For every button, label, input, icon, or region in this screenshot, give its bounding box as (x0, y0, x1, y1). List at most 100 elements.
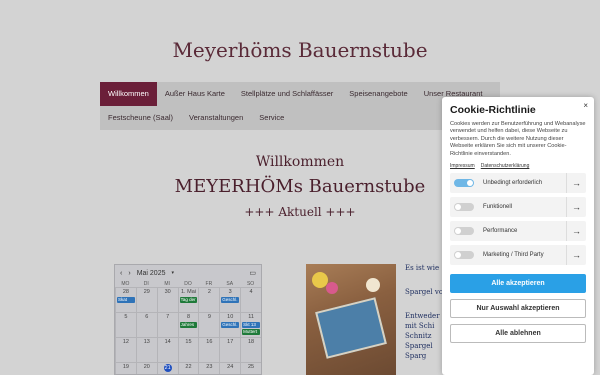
calendar-day-number: 23 (206, 364, 213, 370)
calendar-day-number: 25 (248, 364, 255, 370)
calendar-day[interactable]: 2 (198, 287, 220, 312)
datenschutz-link[interactable]: Datenschutzerklärung (481, 163, 530, 169)
calendar-event[interactable]: Tag der (179, 297, 198, 303)
cookie-option-label: Funktionell (483, 204, 513, 211)
calendar-day-number: 21 (163, 364, 172, 372)
calendar-event[interactable]: Geschl. (221, 322, 240, 328)
arrow-right-icon[interactable]: → (566, 173, 586, 194)
calendar-header: ‹ › Mai 2025 ▾ ▭ (115, 265, 261, 281)
toggle-switch[interactable] (454, 227, 474, 236)
nav-item-service[interactable]: Service (251, 106, 292, 130)
calendar-event[interactable]: Geschl. (221, 297, 240, 303)
calendar-day-number: 4 (249, 289, 253, 295)
flower-decoration (366, 278, 380, 292)
nav-item-ausser-haus-karte[interactable]: Außer Haus Karte (157, 82, 233, 106)
calendar-day-number: 29 (143, 289, 150, 295)
calendar-day-number: 24 (227, 364, 234, 370)
close-icon[interactable]: × (583, 101, 588, 110)
calendar-day-number: 20 (143, 364, 150, 370)
calendar-day-number: 10 (227, 314, 234, 320)
calendar-day[interactable]: 13 (135, 337, 157, 362)
calendar-day[interactable]: 24 (219, 362, 241, 374)
calendar-day[interactable]: 6 (135, 312, 157, 337)
nav-row-1: Willkommen Außer Haus Karte Stellplätze … (100, 82, 500, 106)
calendar-day[interactable]: 10 Geschl. (219, 312, 241, 337)
arrow-right-icon[interactable]: → (566, 197, 586, 218)
cookie-links: Impressum Datenschutzerklärung (450, 163, 586, 169)
cookie-option-label: Performance (483, 228, 518, 235)
calendar-day[interactable]: 14 (156, 337, 178, 362)
cookie-dialog: Cookie-Richtlinie × Cookies werden zur B… (442, 97, 594, 375)
calendar-day[interactable]: 29 (135, 287, 157, 312)
comment-icon[interactable]: ▭ (249, 269, 256, 277)
caret-down-icon[interactable]: ▾ (171, 270, 174, 276)
arrow-right-icon[interactable]: → (566, 221, 586, 242)
calendar-day-number: 17 (227, 339, 234, 345)
site-title[interactable]: Meyerhöms Bauernstube (0, 38, 600, 62)
calendar-day-number: 1. Mai (181, 289, 196, 295)
calendar-day[interactable]: 20 (135, 362, 157, 374)
calendar-day[interactable]: 15 (177, 337, 199, 362)
calendar-day[interactable]: 23 (198, 362, 220, 374)
asparagus-card (315, 297, 387, 359)
cookie-title: Cookie-Richtlinie (450, 104, 536, 116)
chevron-right-icon[interactable]: › (128, 270, 130, 277)
nav-item-veranstaltungen[interactable]: Veranstaltungen (181, 106, 251, 130)
event-calendar: ‹ › Mai 2025 ▾ ▭ MO DI MI DO FR SA SO 28 Skat 29… (114, 264, 262, 375)
calendar-day-number: 6 (145, 314, 149, 320)
toggle-switch[interactable] (454, 203, 474, 212)
accept-all-button[interactable]: Alle akzeptieren (450, 274, 586, 294)
calendar-day-number: 22 (185, 364, 192, 370)
cookie-option-label: Marketing / Third Party (483, 252, 544, 259)
calendar-days: 28 Skat 29 30 1. Mai Tag der 2 3 Geschl. 4 5 6 7 8 Jah… (115, 287, 261, 374)
cookie-options: Unbedingt erforderlich → Funktionell → Perfo… (450, 173, 586, 266)
nav-item-willkommen[interactable]: Willkommen (100, 82, 157, 106)
calendar-day[interactable]: 4 (240, 287, 261, 312)
arrow-right-icon[interactable]: → (566, 245, 586, 266)
calendar-day-number: 13 (143, 339, 150, 345)
calendar-day[interactable]: 30 (156, 287, 178, 312)
calendar-day-number: 11 (248, 314, 254, 320)
calendar-day-number: 3 (228, 289, 232, 295)
cookie-description: Cookies werden zur Benutzerführung und W… (450, 121, 586, 157)
accept-selection-button[interactable]: Nur Auswahl akzeptieren (450, 299, 586, 319)
calendar-event[interactable]: Muttert (242, 329, 260, 335)
page: Meyerhöms Bauernstube Willkommen Außer H… (0, 0, 600, 375)
calendar-day-number: 2 (207, 289, 211, 295)
calendar-day[interactable]: 5 (115, 312, 136, 337)
calendar-day[interactable]: 11 Skt 13 Muttert (240, 312, 261, 337)
nav-item-speisenangebote[interactable]: Speisenangebote (341, 82, 415, 106)
toggle-switch[interactable] (454, 251, 474, 260)
cookie-option: Unbedingt erforderlich → (450, 173, 586, 194)
calendar-day-number: 5 (124, 314, 128, 320)
calendar-day[interactable]: 8 Jahres (177, 312, 199, 337)
calendar-day[interactable]: 7 (156, 312, 178, 337)
toggle-switch[interactable] (454, 179, 474, 188)
calendar-day[interactable]: 18 (240, 337, 261, 362)
calendar-day[interactable]: 19 (115, 362, 136, 374)
calendar-day[interactable]: 3 Geschl. (219, 287, 241, 312)
calendar-event[interactable]: Jahres (179, 322, 198, 328)
calendar-day-number: 16 (206, 339, 213, 345)
nav-item-stellplaetze[interactable]: Stellplätze und Schlaffässer (233, 82, 341, 106)
calendar-event[interactable]: Skat (117, 297, 135, 303)
calendar-day[interactable]: 21 (156, 362, 178, 374)
reject-all-button[interactable]: Alle ablehnen (450, 324, 586, 344)
calendar-day[interactable]: 28 Skat (115, 287, 136, 312)
nav-row-2: Festscheune (Saal) Veranstaltungen Servi… (100, 106, 500, 130)
calendar-event[interactable]: Skt 13 (242, 322, 260, 328)
calendar-day[interactable]: 17 (219, 337, 241, 362)
calendar-day[interactable]: 12 (115, 337, 136, 362)
calendar-day-number: 9 (207, 314, 211, 320)
chevron-left-icon[interactable]: ‹ (120, 270, 122, 277)
nav-item-festscheune[interactable]: Festscheune (Saal) (100, 106, 181, 130)
calendar-day[interactable]: 1. Mai Tag der (177, 287, 199, 312)
calendar-day-number: 7 (166, 314, 170, 320)
calendar-day[interactable]: 9 (198, 312, 220, 337)
calendar-day[interactable]: 22 (177, 362, 199, 374)
impressum-link[interactable]: Impressum (450, 163, 475, 169)
calendar-day[interactable]: 16 (198, 337, 220, 362)
calendar-day[interactable]: 25 (240, 362, 261, 374)
calendar-month-label[interactable]: Mai 2025 (137, 270, 166, 277)
calendar-day-number: 30 (164, 289, 171, 295)
